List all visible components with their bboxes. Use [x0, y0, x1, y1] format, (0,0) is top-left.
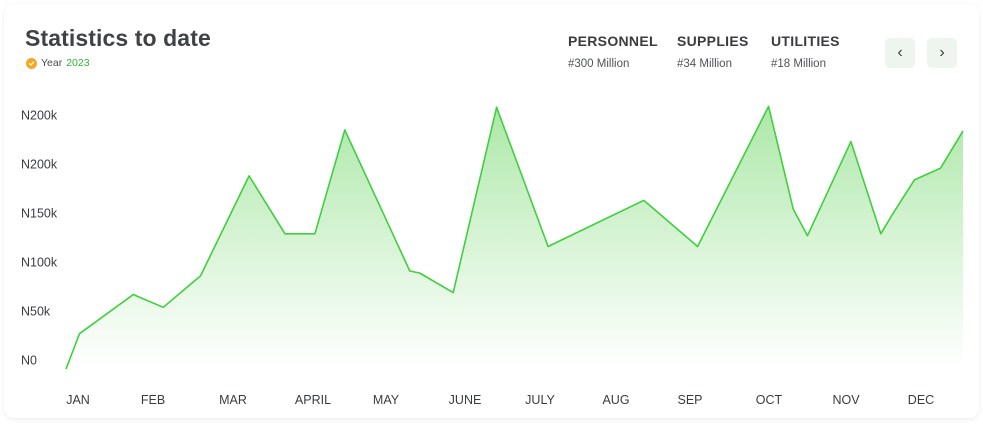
x-tick-label: OCT: [756, 393, 783, 407]
y-tick-label: N150k: [21, 207, 58, 221]
x-tick-label: MAY: [373, 393, 400, 407]
x-tick-label: JAN: [66, 393, 90, 407]
x-tick-label: FEB: [141, 393, 165, 407]
y-tick-label: N0: [21, 354, 37, 368]
x-tick-label: MAR: [219, 393, 247, 407]
y-tick-label: N100k: [21, 256, 58, 270]
y-tick-label: N200k: [21, 109, 58, 123]
area-fill: [66, 106, 963, 370]
x-tick-label: JUNE: [449, 393, 482, 407]
x-tick-label: APRIL: [295, 393, 331, 407]
x-tick-label: SEP: [677, 393, 702, 407]
y-tick-label: N50k: [21, 305, 51, 319]
x-tick-label: AUG: [602, 393, 629, 407]
x-tick-label: JULY: [525, 393, 555, 407]
x-tick-label: NOV: [832, 393, 860, 407]
area-chart: N0 N50k N100k N150k N200k N200k JAN FEB MAR APRI…: [21, 105, 964, 407]
y-tick-label: N200k: [21, 158, 58, 172]
x-tick-label: DEC: [908, 393, 934, 407]
